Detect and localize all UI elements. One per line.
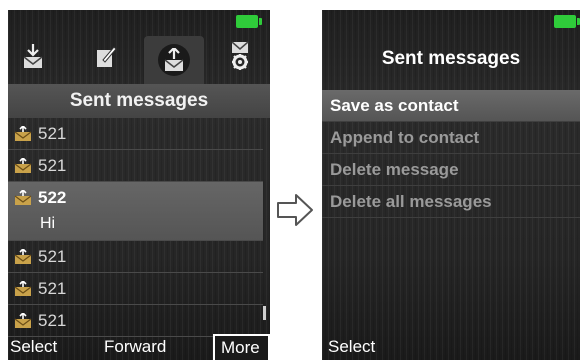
select-softkey[interactable]: Select <box>10 337 57 357</box>
recipient-number: 521 <box>38 123 67 143</box>
message-preview: Hi <box>40 215 56 232</box>
page-title: Sent messages <box>8 84 270 118</box>
battery-icon <box>554 15 580 28</box>
recipient-number: 522 <box>38 188 67 207</box>
softkey-bar: Select <box>322 332 580 360</box>
sent-envelope-icon <box>14 125 32 141</box>
softkey-bar: Select Forward More <box>8 332 270 360</box>
list-item-selected[interactable]: 522 Hi <box>8 182 263 241</box>
sent-envelope-icon <box>14 280 32 296</box>
recipient-number: 521 <box>38 278 67 298</box>
more-softkey[interactable]: More <box>213 334 270 360</box>
battery-icon <box>236 15 262 28</box>
menu-item-save-as-contact[interactable]: Save as contact <box>322 90 580 122</box>
tab-compose[interactable] <box>86 30 126 82</box>
sent-message-list: 521 521 522 Hi 521 521 521 <box>8 118 263 337</box>
recipient-number: 521 <box>38 155 67 175</box>
scrollbar[interactable] <box>263 306 266 320</box>
menu-item-delete-all-messages[interactable]: Delete all messages <box>322 186 580 218</box>
list-item[interactable]: 521 <box>8 118 263 150</box>
sent-upload-icon <box>164 48 184 71</box>
list-item[interactable]: 521 <box>8 150 263 182</box>
options-menu: Save as contact Append to contact Delete… <box>322 90 580 218</box>
list-item[interactable]: 521 <box>8 273 263 305</box>
menu-item-delete-message[interactable]: Delete message <box>322 154 580 186</box>
page-title: Sent messages <box>381 48 521 69</box>
sent-envelope-icon <box>14 190 32 205</box>
right-arrow-icon <box>277 194 313 226</box>
recipient-number: 521 <box>38 246 67 266</box>
select-softkey[interactable]: Select <box>328 337 375 357</box>
inbox-download-icon <box>23 44 43 68</box>
message-settings-icon <box>231 41 249 70</box>
sent-envelope-icon <box>14 312 32 328</box>
sent-envelope-icon <box>14 157 32 173</box>
recipient-number: 521 <box>38 310 67 330</box>
compose-note-icon <box>97 46 117 67</box>
forward-softkey[interactable]: Forward <box>104 337 166 357</box>
menu-item-append-to-contact[interactable]: Append to contact <box>322 122 580 154</box>
tab-sent[interactable] <box>144 36 204 84</box>
sent-envelope-icon <box>14 248 32 264</box>
list-item[interactable]: 521 <box>8 241 263 273</box>
message-options-screen: Sent messages Save as contact Append to … <box>322 10 580 360</box>
tab-inbox[interactable] <box>13 30 53 82</box>
tab-message-settings[interactable] <box>220 30 260 82</box>
sent-messages-screen: Sent messages 521 521 522 Hi 521 521 521 <box>8 10 270 360</box>
